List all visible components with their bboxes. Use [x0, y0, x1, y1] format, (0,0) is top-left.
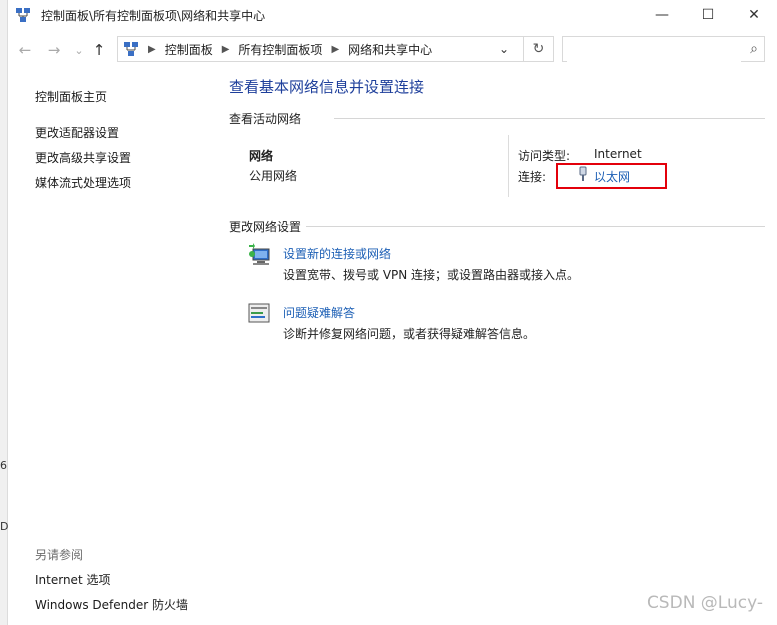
connection-label: 连接:	[518, 170, 547, 184]
access-type-value: Internet	[594, 147, 642, 161]
chevron-right-icon[interactable]: ▶	[222, 44, 230, 55]
chevron-right-icon[interactable]: ▶	[331, 44, 339, 55]
watermark: CSDN @Lucy-	[646, 593, 763, 613]
forward-button[interactable]: →	[44, 40, 64, 60]
change-settings-heading: 更改网络设置	[229, 220, 302, 234]
search-icon[interactable]: ⌕	[750, 41, 758, 57]
breadcrumb-item[interactable]: 网络和共享中心	[348, 41, 432, 58]
back-button[interactable]: ←	[15, 40, 35, 60]
window-title: 控制面板\所有控制面板项\网络和共享中心	[41, 9, 266, 23]
title-bar: 控制面板\所有控制面板项\网络和共享中心 — ☐ ✕	[7, 0, 777, 30]
chevron-right-icon: ▶	[148, 43, 156, 55]
troubleshoot-icon	[248, 303, 270, 323]
see-also-internet-options[interactable]: Internet 选项	[35, 571, 110, 588]
highlight-box	[556, 163, 667, 189]
sidebar-item-home[interactable]: 控制面板主页	[35, 88, 107, 105]
minimize-button[interactable]: —	[639, 0, 685, 30]
setup-connection-description: 设置宽带、拨号或 VPN 连接；或设置路由器或接入点。	[283, 268, 580, 282]
refresh-button[interactable]: ↻	[523, 36, 554, 62]
network-type: 公用网络	[249, 169, 298, 183]
search-box[interactable]: ⌕	[562, 36, 765, 62]
setup-connection-link[interactable]: 设置新的连接或网络	[283, 245, 391, 262]
address-bar[interactable]: ▶ 控制面板 ▶ 所有控制面板项 ▶ 网络和共享中心 ⌄	[117, 36, 554, 62]
access-type-label: 访问类型:	[518, 149, 571, 163]
maximize-button[interactable]: ☐	[685, 0, 731, 30]
close-button[interactable]: ✕	[731, 0, 777, 30]
search-input[interactable]	[567, 38, 741, 62]
see-also-heading: 另请参阅	[35, 548, 84, 562]
network-name: 网络	[249, 149, 274, 163]
sidebar-item-sharing-settings[interactable]: 更改高级共享设置	[35, 149, 131, 166]
address-dropdown-icon[interactable]: ⌄	[499, 42, 509, 56]
active-networks-heading: 查看活动网络	[229, 112, 302, 126]
sidebar-item-media-streaming[interactable]: 媒体流式处理选项	[35, 174, 131, 191]
page-title: 查看基本网络信息并设置连接	[229, 78, 425, 96]
section-divider	[306, 226, 765, 227]
troubleshoot-description: 诊断并修复网络问题，或者获得疑难解答信息。	[283, 327, 536, 341]
network-center-icon	[16, 8, 30, 22]
sidebar-item-adapter-settings[interactable]: 更改适配器设置	[35, 124, 119, 141]
left-edge-fragment: D	[0, 520, 9, 533]
navigation-bar: ← → ⌄ ↑ ▶ 控制面板 ▶ 所有控制面板项 ▶ 网络和共享中心 ⌄ ↻ ⌕	[7, 32, 777, 68]
section-divider	[334, 118, 765, 119]
up-button[interactable]: ↑	[89, 40, 109, 60]
troubleshoot-link[interactable]: 问题疑难解答	[283, 304, 355, 321]
left-edge-fragment: 6	[0, 459, 7, 472]
network-setup-icon	[249, 243, 270, 265]
network-center-icon	[124, 42, 138, 56]
see-also-firewall[interactable]: Windows Defender 防火墙	[35, 596, 188, 613]
recent-locations-button[interactable]: ⌄	[69, 40, 89, 60]
breadcrumb-item[interactable]: 所有控制面板项	[238, 41, 322, 58]
breadcrumb-item[interactable]: 控制面板	[165, 41, 213, 58]
vertical-divider	[508, 135, 509, 197]
